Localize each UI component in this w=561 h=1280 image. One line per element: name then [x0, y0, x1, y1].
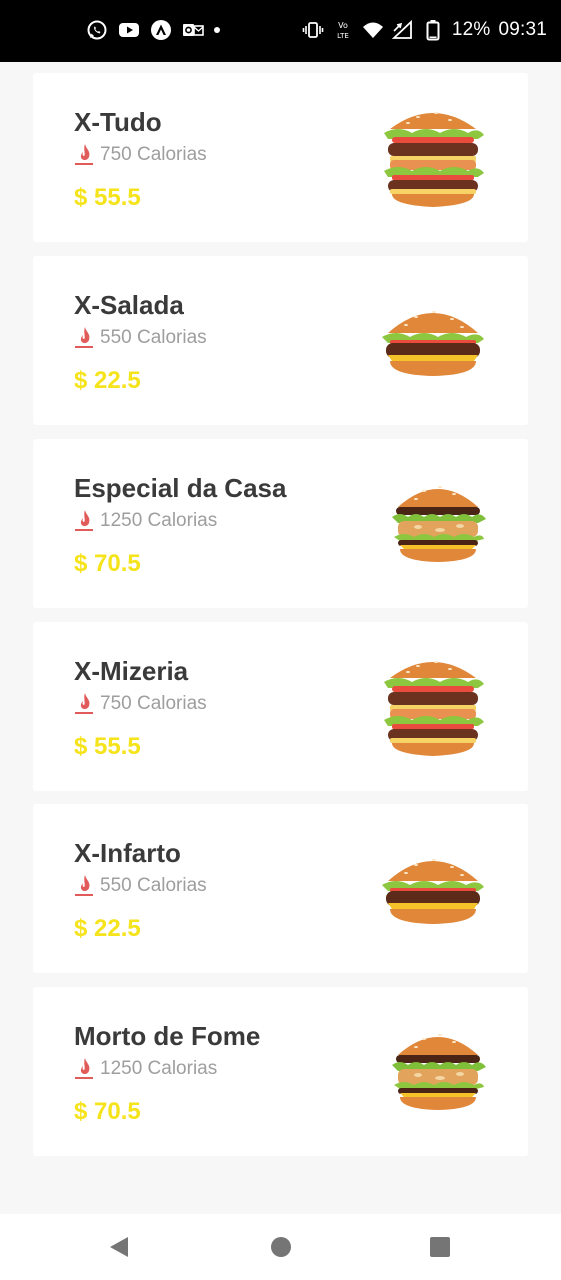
- svg-text:LTE: LTE: [337, 32, 349, 40]
- flame-icon: [75, 144, 93, 165]
- item-name: X-Tudo: [74, 107, 162, 137]
- vibrate-icon: [302, 19, 324, 41]
- back-button[interactable]: [106, 1234, 132, 1260]
- cheeseburger-image: [382, 859, 484, 924]
- item-calories: 1250 Calorias: [100, 510, 218, 531]
- calorie-row: 1250 Calorias: [74, 1057, 217, 1081]
- wifi-icon: [362, 19, 384, 41]
- battery-percent: 12%: [451, 19, 491, 40]
- clock: 09:31: [498, 19, 547, 40]
- item-name: Morto de Fome: [74, 1021, 261, 1051]
- menu-item-card[interactable]: X-Mizeria 750 Calorias $ 55.5: [33, 622, 528, 791]
- youtube-icon: [118, 19, 140, 41]
- battery-icon: [422, 19, 444, 41]
- item-price: $ 22.5: [74, 915, 141, 942]
- item-price: $ 22.5: [74, 367, 141, 394]
- item-name: Especial da Casa: [74, 473, 287, 503]
- flame-icon: [75, 693, 93, 714]
- menu-item-card[interactable]: X-Salada 550 Calorias $ 22.5: [33, 256, 528, 425]
- item-price: $ 55.5: [74, 733, 141, 760]
- flame-icon: [75, 1058, 93, 1079]
- calorie-row: 550 Calorias: [74, 326, 207, 350]
- calorie-row: 1250 Calorias: [74, 509, 217, 533]
- home-icon: [271, 1237, 291, 1257]
- item-calories: 750 Calorias: [100, 693, 207, 714]
- signal-icon: [391, 19, 414, 41]
- calorie-row: 750 Calorias: [74, 692, 207, 716]
- svg-text:Vo: Vo: [338, 21, 348, 30]
- calorie-row: 750 Calorias: [74, 143, 207, 167]
- item-calories: 550 Calorias: [100, 327, 207, 348]
- whatsapp-icon: [86, 19, 108, 41]
- app-icon: [150, 19, 172, 41]
- item-price: $ 70.5: [74, 1098, 141, 1125]
- outlook-icon: [182, 19, 204, 41]
- system-nav-bar: [0, 1214, 561, 1280]
- menu-item-card[interactable]: X-Infarto 550 Calorias $ 22.5: [33, 804, 528, 973]
- cheeseburger-image: [382, 311, 484, 376]
- item-calories: 1250 Calorias: [100, 1058, 218, 1079]
- menu-item-card[interactable]: X-Tudo 750 Calorias $ 55.5: [33, 73, 528, 242]
- tall-burger-image: [384, 112, 484, 207]
- home-button[interactable]: [268, 1234, 294, 1260]
- back-icon: [110, 1237, 128, 1257]
- notification-dot: [214, 27, 220, 33]
- menu-item-card[interactable]: Especial da Casa 1250 Calorias $ 70.5: [33, 439, 528, 608]
- recents-icon: [430, 1237, 450, 1257]
- item-calories: 550 Calorias: [100, 875, 207, 896]
- crispy-burger-image: [392, 1034, 486, 1110]
- status-bar-notifications: [86, 19, 220, 41]
- flame-icon: [75, 875, 93, 896]
- item-price: $ 55.5: [74, 184, 141, 211]
- crispy-burger-image: [392, 486, 486, 562]
- item-calories: 750 Calorias: [100, 144, 207, 165]
- menu-item-card[interactable]: Morto de Fome 1250 Calorias $ 70.5: [33, 987, 528, 1156]
- recents-button[interactable]: [427, 1234, 453, 1260]
- item-name: X-Infarto: [74, 838, 181, 868]
- calorie-row: 550 Calorias: [74, 874, 207, 898]
- status-bar: Vo LTE 12% 09:31: [0, 0, 561, 62]
- item-name: X-Salada: [74, 290, 184, 320]
- item-name: X-Mizeria: [74, 656, 189, 686]
- status-bar-system: Vo LTE 12% 09:31: [302, 19, 547, 41]
- tall-burger-image: [384, 661, 484, 756]
- flame-icon: [75, 327, 93, 348]
- volte-icon: Vo LTE: [332, 19, 354, 41]
- item-price: $ 70.5: [74, 550, 141, 577]
- flame-icon: [75, 510, 93, 531]
